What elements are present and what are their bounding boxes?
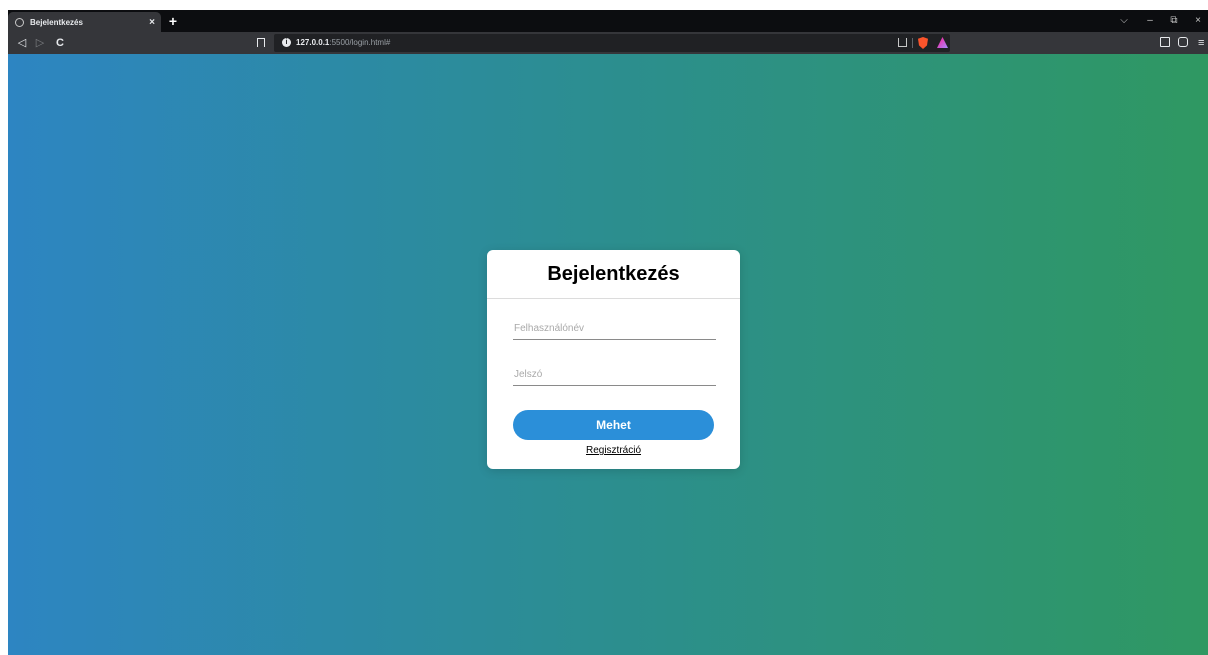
browser-window: Bejelentkezés × + ⌵ – ⧉ × ◁ ▷ C i 127.0.… — [8, 10, 1208, 655]
share-icon[interactable] — [898, 38, 907, 47]
globe-icon — [15, 17, 24, 27]
brave-shields-icon[interactable] — [918, 37, 928, 49]
username-input[interactable] — [513, 317, 716, 340]
back-button[interactable]: ◁ — [14, 35, 30, 51]
page-viewport: Bejelentkezés Mehet Regisztráció — [8, 54, 1208, 655]
tab-login[interactable]: Bejelentkezés × — [8, 12, 161, 32]
login-title: Bejelentkezés — [487, 250, 740, 299]
tab-title: Bejelentkezés — [30, 17, 83, 27]
address-bar-divider — [912, 38, 913, 48]
tab-close-icon[interactable]: × — [145, 17, 159, 28]
submit-button[interactable]: Mehet — [513, 410, 714, 440]
tab-search-icon[interactable]: ⌵ — [1116, 13, 1132, 29]
close-window-button[interactable]: × — [1190, 13, 1206, 29]
sidebar-toggle-icon[interactable] — [1160, 37, 1170, 47]
register-link[interactable]: Regisztráció — [487, 445, 740, 457]
forward-button[interactable]: ▷ — [32, 35, 48, 51]
wallet-icon[interactable] — [1178, 37, 1188, 47]
restore-button[interactable]: ⧉ — [1166, 13, 1182, 29]
new-tab-button[interactable]: + — [166, 13, 180, 29]
url-host: 127.0.0.1 — [296, 38, 330, 47]
tab-strip: Bejelentkezés × + ⌵ – ⧉ × — [8, 10, 1208, 32]
bookmark-icon[interactable] — [254, 35, 268, 51]
reload-button[interactable]: C — [52, 35, 68, 51]
site-info-icon[interactable]: i — [282, 38, 291, 47]
minimize-button[interactable]: – — [1142, 13, 1158, 29]
menu-icon[interactable]: ≡ — [1198, 36, 1204, 50]
password-input[interactable] — [513, 363, 716, 386]
url-path: :5500/login.html# — [329, 38, 391, 47]
login-card: Bejelentkezés Mehet Regisztráció — [487, 250, 740, 469]
browser-toolbar: ◁ ▷ C i 127.0.0.1:5500/login.html# ≡ — [8, 32, 1208, 54]
brave-rewards-icon[interactable] — [937, 37, 948, 48]
url-text: 127.0.0.1:5500/login.html# — [296, 37, 390, 49]
address-bar[interactable]: i 127.0.0.1:5500/login.html# — [274, 34, 950, 52]
